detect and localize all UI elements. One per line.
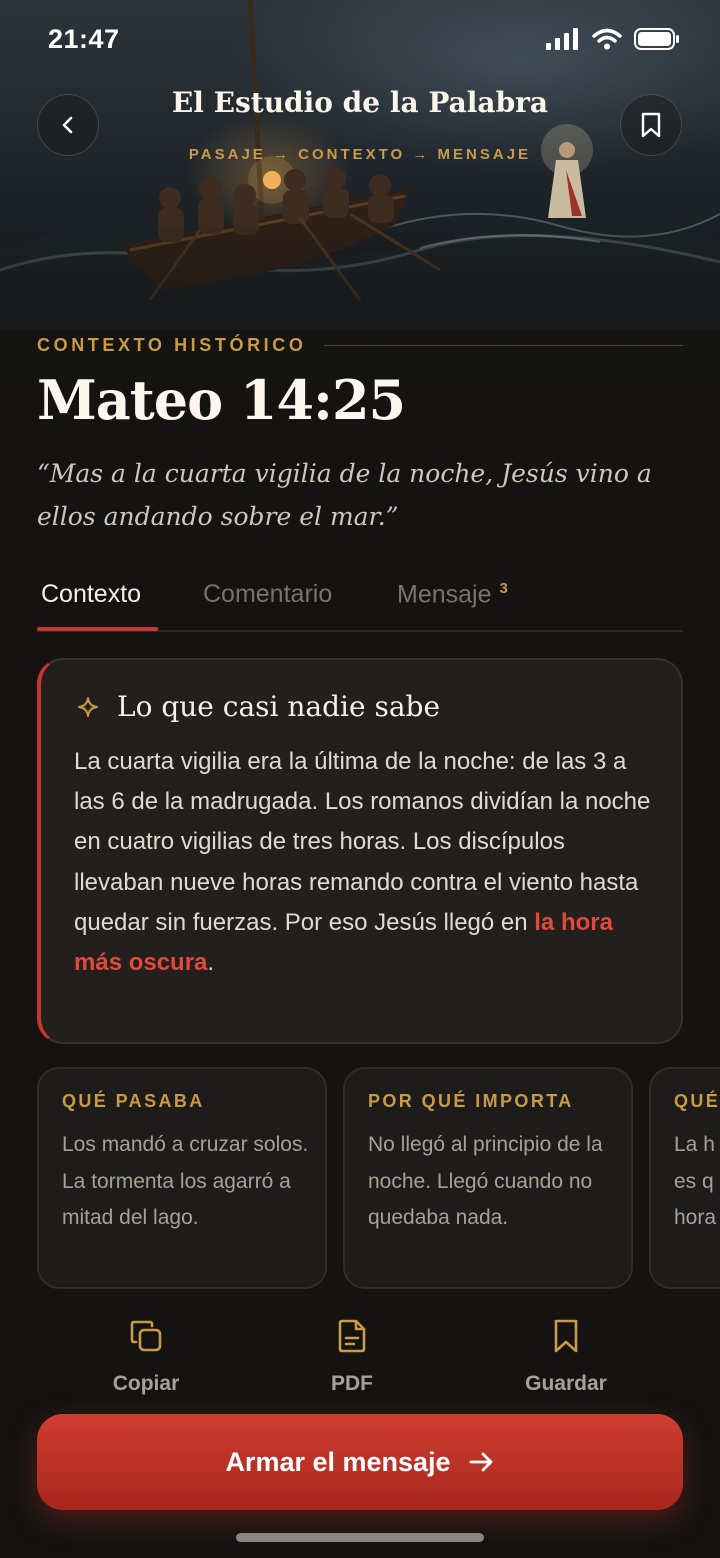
copy-label: Copiar bbox=[112, 1372, 180, 1395]
card-label: QUÉ PASABA bbox=[62, 1091, 205, 1111]
tab-mensaje-label: Mensaje bbox=[397, 580, 492, 609]
status-bar: 21:47 bbox=[0, 0, 720, 84]
pdf-label: PDF bbox=[331, 1372, 373, 1395]
tab-comentario[interactable]: Comentario bbox=[203, 580, 332, 609]
copy-action[interactable]: Copiar bbox=[66, 1318, 226, 1396]
tab-mensaje[interactable]: Mensaje 3 bbox=[397, 580, 508, 609]
bookmark-button[interactable] bbox=[620, 94, 682, 156]
bookmark-icon bbox=[641, 112, 661, 138]
card-text: La h es q hora bbox=[674, 1133, 717, 1229]
tab-contexto[interactable]: Contexto bbox=[41, 580, 141, 609]
sparkle-icon bbox=[78, 696, 98, 717]
passage-title: Mateo 14:25 bbox=[37, 368, 406, 432]
status-time: 21:47 bbox=[48, 24, 120, 54]
arrow-right-icon bbox=[469, 1452, 492, 1472]
card-label: QUÉ bbox=[674, 1091, 720, 1111]
card-text: No llegó al principio de la noche. Llegó… bbox=[368, 1133, 603, 1229]
save-action[interactable]: Guardar bbox=[486, 1318, 646, 1396]
insight-body: La cuarta vigilia era la última de la no… bbox=[74, 742, 654, 983]
tab-bar: Contexto Comentario Mensaje 3 bbox=[37, 570, 683, 632]
tab-mensaje-badge: 3 bbox=[499, 580, 508, 597]
verse-quote: “Mas a la cuarta vigilia de la noche, Je… bbox=[37, 459, 652, 531]
eyebrow-divider bbox=[324, 345, 683, 346]
insight-card: Lo que casi nadie sabe La cuarta vigilia… bbox=[37, 658, 683, 1044]
context-cards-carousel[interactable]: QUÉ PASABA Los mandó a cruzar solos. La … bbox=[37, 1067, 720, 1291]
battery-icon bbox=[634, 28, 679, 50]
eyebrow-label: CONTEXTO HISTÓRICO bbox=[37, 335, 307, 355]
context-card[interactable]: QUÉ La h es q hora bbox=[649, 1067, 720, 1289]
card-text: Los mandó a cruzar solos. La tormenta lo… bbox=[62, 1133, 309, 1229]
build-message-button[interactable]: Armar el mensaje bbox=[37, 1414, 683, 1510]
status-icons bbox=[546, 28, 680, 50]
action-row: Copiar PDF Guardar bbox=[0, 1318, 720, 1398]
insight-header: Lo que casi nadie sabe bbox=[77, 690, 440, 723]
save-label: Guardar bbox=[525, 1372, 607, 1395]
cta-label: Armar el mensaje bbox=[225, 1446, 451, 1477]
wifi-icon bbox=[592, 28, 622, 50]
context-card[interactable]: QUÉ PASABA Los mandó a cruzar solos. La … bbox=[37, 1067, 327, 1289]
insight-title: Lo que casi nadie sabe bbox=[117, 690, 441, 723]
document-icon bbox=[338, 1319, 366, 1353]
step-breadcrumb: PASAJE → CONTEXTO → MENSAJE bbox=[188, 146, 532, 163]
copy-icon bbox=[130, 1320, 162, 1352]
pdf-action[interactable]: PDF bbox=[272, 1318, 432, 1396]
signal-icon bbox=[546, 28, 578, 50]
insight-text: La cuarta vigilia era la última de la no… bbox=[74, 748, 651, 936]
insight-end: . bbox=[207, 949, 215, 977]
card-label: POR QUÉ IMPORTA bbox=[368, 1091, 574, 1111]
active-tab-indicator bbox=[37, 627, 158, 631]
app-title: El Estudio de la Palabra bbox=[171, 86, 549, 119]
home-indicator bbox=[236, 1533, 484, 1542]
section-eyebrow: CONTEXTO HISTÓRICO bbox=[37, 335, 683, 356]
context-card[interactable]: POR QUÉ IMPORTA No llegó al principio de… bbox=[343, 1067, 633, 1289]
bookmark-icon bbox=[554, 1319, 578, 1353]
